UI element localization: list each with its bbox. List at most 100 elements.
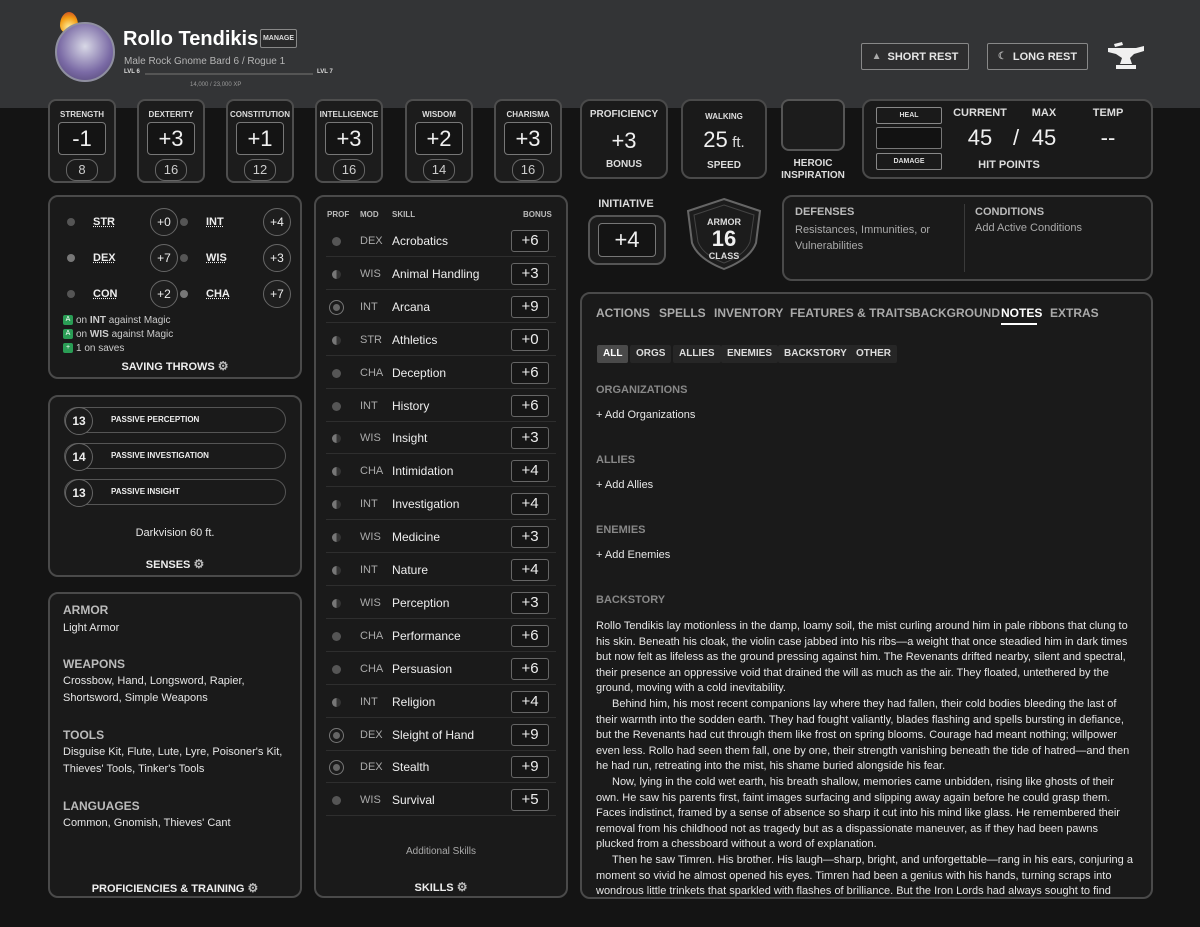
additional-skills-link[interactable]: Additional Skills	[314, 846, 568, 857]
ability-strength[interactable]: STRENGTH -1 8	[48, 99, 116, 183]
skill-bonus[interactable]: +3	[511, 427, 549, 450]
skill-row-medicine[interactable]: WIS Medicine +3	[326, 520, 556, 554]
senses-title[interactable]: SENSES ⚙	[48, 557, 302, 571]
manage-button[interactable]: MANAGE	[260, 29, 297, 48]
ability-intelligence[interactable]: INTELLIGENCE +3 16	[315, 99, 383, 183]
skill-bonus[interactable]: +0	[511, 328, 549, 351]
save-int[interactable]: INT +4	[180, 208, 291, 236]
skill-bonus[interactable]: +3	[511, 526, 549, 549]
filter-backstory[interactable]: BACKSTORY	[778, 345, 853, 363]
gear-icon[interactable]: ⚙	[193, 557, 204, 571]
anvil-icon[interactable]	[1106, 42, 1146, 72]
skill-bonus[interactable]: +9	[511, 295, 549, 318]
tab-features-traits[interactable]: FEATURES & TRAITS	[790, 306, 912, 320]
passive-perception[interactable]: 13 PASSIVE PERCEPTION	[64, 407, 286, 435]
note-text: against Magic	[106, 315, 171, 326]
hp-current-value[interactable]: 45	[952, 125, 1008, 151]
ability-constitution[interactable]: CONSTITUTION +1 12	[226, 99, 294, 183]
passive-insight[interactable]: 13 PASSIVE INSIGHT	[64, 479, 286, 507]
skill-bonus[interactable]: +6	[511, 230, 549, 252]
inspiration-toggle[interactable]	[781, 99, 845, 151]
add-allies-link[interactable]: + Add Allies	[596, 479, 653, 491]
skills-title[interactable]: SKILLS ⚙	[314, 880, 568, 894]
skill-bonus[interactable]: +9	[511, 756, 549, 779]
skill-row-sleight-of-hand[interactable]: DEX Sleight of Hand +9	[326, 718, 556, 751]
skill-bonus[interactable]: +9	[511, 723, 549, 746]
save-str[interactable]: STR +0	[67, 208, 178, 236]
skill-row-deception[interactable]: CHA Deception +6	[326, 356, 556, 389]
add-organizations-link[interactable]: + Add Organizations	[596, 409, 695, 421]
skill-row-persuasion[interactable]: CHA Persuasion +6	[326, 652, 556, 685]
ability-charisma[interactable]: CHARISMA +3 16	[494, 99, 562, 183]
tab-extras[interactable]: EXTRAS	[1050, 306, 1099, 320]
ability-score: 8	[66, 159, 98, 181]
skill-bonus[interactable]: +4	[511, 460, 549, 483]
skill-bonus[interactable]: +6	[511, 361, 549, 384]
skill-row-stealth[interactable]: DEX Stealth +9	[326, 750, 556, 784]
skill-row-athletics[interactable]: STR Athletics +0	[326, 323, 556, 356]
filter-other[interactable]: OTHER	[850, 345, 897, 363]
skill-bonus[interactable]: +6	[511, 657, 549, 680]
save-con[interactable]: CON +2	[67, 280, 178, 308]
skill-row-intimidation[interactable]: CHA Intimidation +4	[326, 454, 556, 488]
gear-icon[interactable]: ⚙	[248, 881, 259, 895]
skill-row-perception[interactable]: WIS Perception +3	[326, 586, 556, 619]
filter-orgs[interactable]: ORGS	[630, 345, 672, 363]
save-wis[interactable]: WIS +3	[180, 244, 291, 272]
level-next: LVL 7	[317, 69, 333, 75]
skill-row-arcana[interactable]: INT Arcana +9	[326, 290, 556, 323]
ability-dexterity[interactable]: DEXTERITY +3 16	[137, 99, 205, 183]
gear-icon[interactable]: ⚙	[218, 359, 229, 373]
skill-bonus[interactable]: +3	[511, 591, 549, 614]
skill-row-animal-handling[interactable]: WIS Animal Handling +3	[326, 257, 556, 290]
initiative-box[interactable]: +4	[588, 215, 666, 265]
conditions-text[interactable]: Add Active Conditions	[975, 222, 1082, 234]
skill-row-investigation[interactable]: INT Investigation +4	[326, 487, 556, 521]
gear-icon[interactable]: ⚙	[457, 880, 468, 894]
skill-bonus[interactable]: +5	[511, 789, 549, 812]
filter-allies[interactable]: ALLIES	[673, 345, 721, 363]
skill-bonus[interactable]: +6	[511, 394, 549, 417]
skill-bonus[interactable]: +4	[511, 690, 549, 713]
short-rest-button[interactable]: ▲ SHORT REST	[861, 43, 969, 70]
skill-row-survival[interactable]: WIS Survival +5	[326, 783, 556, 817]
hp-max-label: MAX	[1031, 107, 1057, 119]
skill-row-insight[interactable]: WIS Insight +3	[326, 421, 556, 455]
add-enemies-link[interactable]: + Add Enemies	[596, 549, 670, 561]
skill-bonus[interactable]: +3	[511, 262, 549, 285]
heal-button[interactable]: HEAL	[876, 107, 942, 124]
skill-row-acrobatics[interactable]: DEX Acrobatics +6	[326, 224, 556, 257]
defenses-text[interactable]: Resistances, Immunities, or Vulnerabilit…	[795, 222, 955, 254]
ability-wisdom[interactable]: WISDOM +2 14	[405, 99, 473, 183]
passive-investigation[interactable]: 14 PASSIVE INVESTIGATION	[64, 443, 286, 471]
backstory-text[interactable]: Rollo Tendikis lay motionless in the dam…	[596, 619, 1134, 897]
skill-row-history[interactable]: INT History +6	[326, 389, 556, 422]
proficiency-indicator	[332, 697, 341, 707]
tab-inventory[interactable]: INVENTORY	[714, 306, 783, 320]
defenses-title[interactable]: DEFENSES	[795, 206, 854, 218]
skill-row-nature[interactable]: INT Nature +4	[326, 553, 556, 586]
proficiencies-title[interactable]: PROFICIENCIES & TRAINING ⚙	[48, 881, 302, 895]
skill-bonus[interactable]: +6	[511, 624, 549, 647]
tab-spells[interactable]: SPELLS	[659, 306, 706, 320]
save-dex[interactable]: DEX +7	[67, 244, 178, 272]
filter-all[interactable]: ALL	[597, 345, 629, 363]
speed-box[interactable]: WALKING 25 ft. SPEED	[681, 99, 767, 179]
skill-bonus[interactable]: +4	[511, 493, 549, 516]
tab-actions[interactable]: ACTIONS	[596, 306, 650, 320]
long-rest-button[interactable]: ☾ LONG REST	[987, 43, 1088, 70]
tab-background[interactable]: BACKGROUND	[912, 306, 1000, 320]
skill-row-performance[interactable]: CHA Performance +6	[326, 619, 556, 652]
damage-button[interactable]: DAMAGE	[876, 153, 942, 170]
skill-row-religion[interactable]: INT Religion +4	[326, 685, 556, 718]
conditions-title[interactable]: CONDITIONS	[975, 206, 1044, 218]
saving-throws-title[interactable]: SAVING THROWS ⚙	[48, 359, 302, 373]
tab-notes[interactable]: NOTES	[1001, 306, 1042, 320]
moon-icon: ☾	[997, 51, 1007, 62]
hp-temp-value[interactable]: --	[1088, 125, 1128, 151]
filter-enemies[interactable]: ENEMIES	[721, 345, 779, 363]
save-cha[interactable]: CHA +7	[180, 280, 291, 308]
skill-bonus[interactable]: +4	[511, 559, 549, 581]
avatar[interactable]	[55, 22, 115, 82]
hp-adjust-input[interactable]	[876, 127, 942, 149]
